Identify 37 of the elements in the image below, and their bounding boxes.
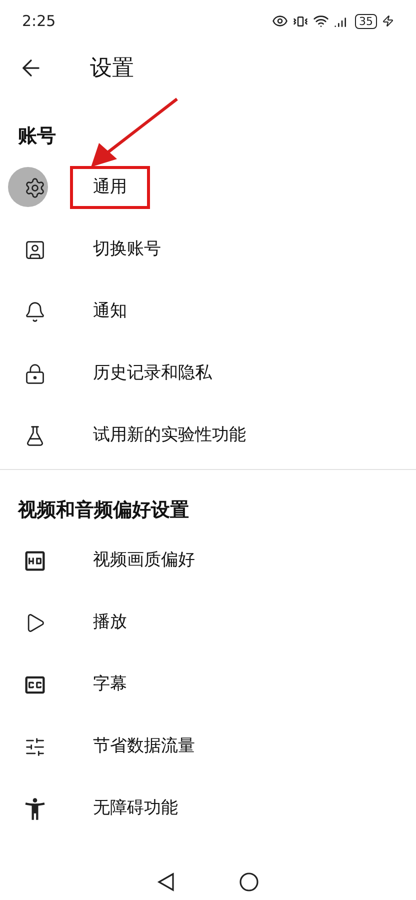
status-time: 2:25 <box>22 10 56 32</box>
gear-icon <box>24 176 46 198</box>
item-label: 节省数据流量 <box>93 736 195 756</box>
item-label: 播放 <box>93 612 127 632</box>
settings-item[interactable]: 播放 <box>0 592 416 654</box>
item-label: 切换账号 <box>93 238 161 259</box>
item-label: 试用新的实验性功能 <box>93 424 246 445</box>
settings-item[interactable]: 试用新的实验性功能 <box>0 404 416 466</box>
item-label: 通知 <box>93 300 127 321</box>
item-label: 字幕 <box>93 674 127 694</box>
wifi-icon <box>313 13 329 29</box>
lock-icon <box>24 362 46 384</box>
sliders-icon <box>24 736 46 758</box>
item-label: 通用 <box>93 176 127 197</box>
charging-icon <box>382 15 394 27</box>
settings-item[interactable]: 字幕 <box>0 654 416 716</box>
section-heading: 账号 <box>18 124 56 149</box>
item-label: 历史记录和隐私 <box>93 362 212 383</box>
section-heading: 视频和音频偏好设置 <box>18 498 189 522</box>
settings-item[interactable]: 历史记录和隐私 <box>0 342 416 404</box>
settings-item[interactable]: 视频画质偏好 <box>0 530 416 592</box>
settings-item[interactable]: 无障碍功能 <box>0 778 416 840</box>
settings-item[interactable]: 节省数据流量 <box>0 716 416 778</box>
nav-home-icon[interactable] <box>239 872 259 892</box>
item-label: 视频画质偏好 <box>93 550 195 570</box>
bell-icon <box>24 300 46 322</box>
vibrate-icon <box>293 14 308 28</box>
settings-item[interactable]: 通知 <box>0 280 416 342</box>
nav-back-icon[interactable] <box>157 872 175 892</box>
flask-icon <box>24 424 46 446</box>
item-label: 无障碍功能 <box>93 798 178 818</box>
settings-item[interactable]: 通用 <box>0 156 416 218</box>
account-icon <box>24 238 46 260</box>
battery-indicator: 35 <box>355 14 377 28</box>
settings-item[interactable]: 切换账号 <box>0 218 416 280</box>
eye-icon <box>272 13 288 29</box>
page-title: 设置 <box>90 54 134 82</box>
